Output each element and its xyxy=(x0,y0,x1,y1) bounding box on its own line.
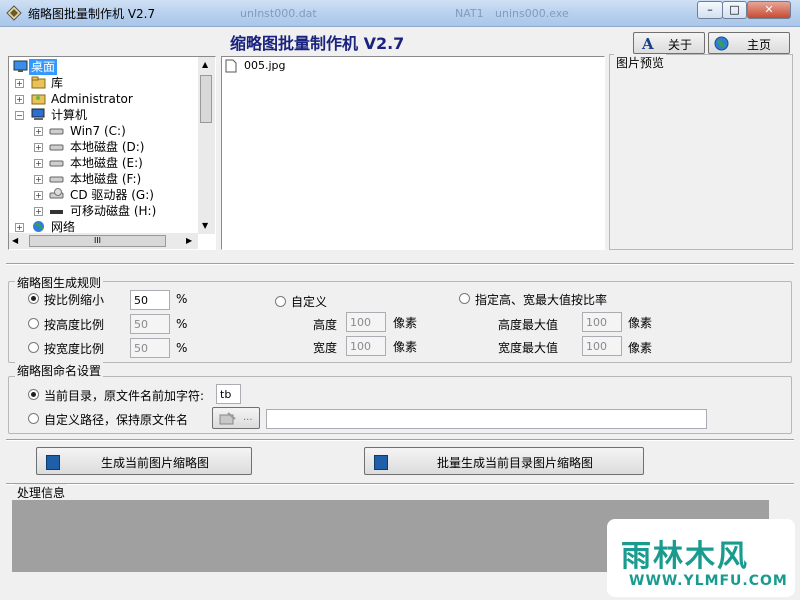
app-header-title: 缩略图批量制作机 V2.7 xyxy=(230,34,405,53)
generate-current-button[interactable]: 生成当前图片缩略图 xyxy=(36,447,252,475)
expand-icon[interactable]: + xyxy=(34,191,43,200)
close-button[interactable]: ✕ xyxy=(747,1,791,19)
percent-unit: % xyxy=(176,341,188,355)
custom-size-label: 自定义 xyxy=(291,295,328,309)
scroll-right-icon[interactable]: ▶ xyxy=(186,236,192,245)
svg-text:A: A xyxy=(641,36,654,51)
browse-folder-button[interactable]: ... xyxy=(212,407,260,429)
naming-legend: 缩略图命名设置 xyxy=(15,362,104,379)
pixel-unit: 像素 xyxy=(628,341,653,355)
preview-panel xyxy=(609,54,793,250)
save-disk-icon xyxy=(46,455,60,470)
scroll-up-icon[interactable]: ▲ xyxy=(202,60,208,69)
scroll-thumb[interactable]: III xyxy=(29,235,166,247)
ghost-tab: unins000.exe xyxy=(495,7,569,20)
ratio-radio[interactable] xyxy=(28,293,39,304)
network-icon xyxy=(33,221,44,232)
expand-icon[interactable]: + xyxy=(34,143,43,152)
divider xyxy=(6,439,794,441)
output-path-input[interactable] xyxy=(266,409,707,429)
prefix-input[interactable] xyxy=(216,384,241,404)
folder-tree[interactable]: 桌面 + 库 + Administrator − 计算机 + Win7 (C:)… xyxy=(8,56,216,250)
app-icon xyxy=(6,5,22,21)
drive-icon xyxy=(49,128,64,135)
home-button[interactable]: 主页 xyxy=(708,32,790,54)
window-title: 缩略图批量制作机 V2.7 xyxy=(28,7,156,21)
computer-icon xyxy=(31,108,45,120)
max-height-input[interactable] xyxy=(582,312,622,332)
font-a-icon: A xyxy=(641,36,654,51)
custom-size-radio[interactable] xyxy=(275,296,286,307)
max-size-label: 指定高、宽最大值按比率 xyxy=(475,293,608,307)
max-size-radio[interactable] xyxy=(459,293,470,304)
desktop-icon xyxy=(13,60,28,72)
drive-icon xyxy=(49,176,64,183)
scroll-down-icon[interactable]: ▼ xyxy=(202,221,208,230)
custom-width-input[interactable] xyxy=(346,336,386,356)
pixel-unit: 像素 xyxy=(393,316,418,330)
about-label: 关于 xyxy=(668,38,693,52)
ghost-tab: NAT1 xyxy=(455,7,484,20)
pixel-unit: 像素 xyxy=(628,316,653,330)
pixel-unit: 像素 xyxy=(393,340,418,354)
file-icon xyxy=(225,59,237,73)
width-ratio-input[interactable] xyxy=(130,338,170,358)
scroll-left-icon[interactable]: ◀ xyxy=(12,236,18,245)
percent-unit: % xyxy=(176,317,188,331)
custom-path-radio[interactable] xyxy=(28,413,39,424)
tree-vertical-scrollbar[interactable]: ▲ ▼ xyxy=(198,57,215,234)
max-width-label: 宽度最大值 xyxy=(498,341,559,355)
height-ratio-input[interactable] xyxy=(130,314,170,334)
ratio-label: 按比例缩小 xyxy=(44,293,105,307)
collapse-icon[interactable]: − xyxy=(15,111,24,120)
watermark-logo: 雨林木风 WWW.YLMFU.COM xyxy=(607,519,795,597)
rules-legend: 缩略图生成规则 xyxy=(15,274,104,291)
about-button[interactable]: A 关于 xyxy=(633,32,705,54)
expand-icon[interactable]: + xyxy=(34,159,43,168)
ratio-input[interactable] xyxy=(130,290,170,310)
globe-icon xyxy=(714,36,729,51)
custom-height-label: 高度 xyxy=(313,318,338,332)
expand-icon[interactable]: + xyxy=(15,95,24,104)
drive-icon xyxy=(49,144,64,151)
minimize-button[interactable]: – xyxy=(697,1,723,19)
library-icon xyxy=(31,76,46,89)
custom-width-label: 宽度 xyxy=(313,341,338,355)
maximize-button[interactable]: □ xyxy=(722,1,747,19)
divider xyxy=(6,483,794,485)
save-disk-icon xyxy=(374,455,388,470)
percent-unit: % xyxy=(176,292,188,306)
expand-icon[interactable]: + xyxy=(34,207,43,216)
file-list[interactable]: 005.jpg xyxy=(221,56,605,250)
ghost-tab: unInst000.dat xyxy=(240,7,317,20)
custom-path-label: 自定义路径，保持原文件名 xyxy=(44,413,189,427)
custom-height-input[interactable] xyxy=(346,312,386,332)
cd-drive-icon xyxy=(49,188,64,199)
max-width-input[interactable] xyxy=(582,336,622,356)
tree-horizontal-scrollbar[interactable]: ◀ III ▶ xyxy=(9,233,198,249)
expand-icon[interactable]: + xyxy=(34,175,43,184)
home-label: 主页 xyxy=(747,38,772,52)
max-height-label: 高度最大值 xyxy=(498,318,559,332)
expand-icon[interactable]: + xyxy=(15,223,24,232)
log-legend: 处理信息 xyxy=(15,484,68,501)
generate-batch-button[interactable]: 批量生成当前目录图片缩略图 xyxy=(364,447,644,475)
folder-browse-icon xyxy=(219,412,236,425)
height-ratio-label: 按高度比例 xyxy=(44,318,105,332)
drive-icon xyxy=(49,160,64,167)
preview-legend: 图片预览 xyxy=(614,54,667,71)
title-bar[interactable]: 缩略图批量制作机 V2.7 unInst000.dat NAT1 unins00… xyxy=(0,0,800,27)
height-ratio-radio[interactable] xyxy=(28,318,39,329)
expand-icon[interactable]: + xyxy=(34,127,43,136)
expand-icon[interactable]: + xyxy=(15,79,24,88)
divider xyxy=(6,263,794,265)
current-dir-label: 当前目录，原文件名前加字符: xyxy=(44,389,205,403)
removable-drive-icon xyxy=(50,210,63,214)
width-ratio-label: 按宽度比例 xyxy=(44,342,105,356)
width-ratio-radio[interactable] xyxy=(28,342,39,353)
current-dir-radio[interactable] xyxy=(28,389,39,400)
scroll-thumb[interactable] xyxy=(200,75,212,123)
user-folder-icon xyxy=(31,94,46,105)
